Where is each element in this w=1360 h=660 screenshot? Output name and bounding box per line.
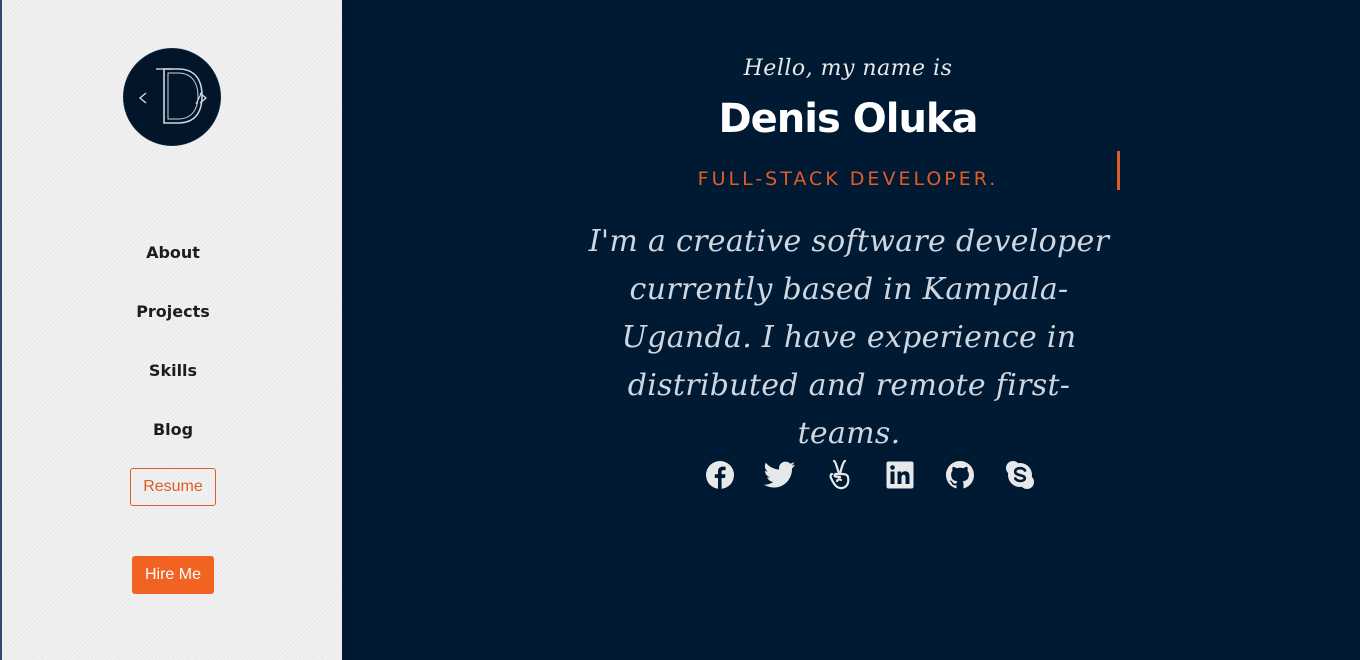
role-subtitle: FULL-STACK DEVELOPER. [697,168,999,190]
logo-d-code-icon [138,68,208,124]
typing-cursor [1117,151,1120,190]
bio-text: I'm a creative software developer curren… [588,224,1110,451]
facebook-icon[interactable] [704,459,736,491]
angellist-icon[interactable] [824,459,856,491]
hero-section: Hello, my name is Denis Oluka FULL-STACK… [342,0,1360,660]
page-title: Denis Oluka [718,96,978,142]
nav-blog[interactable]: Blog [2,419,344,441]
skype-icon[interactable] [1004,459,1036,491]
nav-projects[interactable]: Projects [2,301,344,323]
nav-about[interactable]: About [2,242,344,264]
github-icon[interactable] [944,459,976,491]
nav-skills[interactable]: Skills [2,360,344,382]
greeting-text: Hello, my name is [743,56,953,81]
linkedin-icon[interactable] [884,459,916,491]
twitter-icon[interactable] [764,459,796,491]
hire-me-button[interactable]: Hire Me [132,556,214,594]
resume-button[interactable]: Resume [130,468,216,506]
logo[interactable] [123,48,221,146]
sidebar: About Projects Skills Blog Resume Hire M… [0,0,342,660]
